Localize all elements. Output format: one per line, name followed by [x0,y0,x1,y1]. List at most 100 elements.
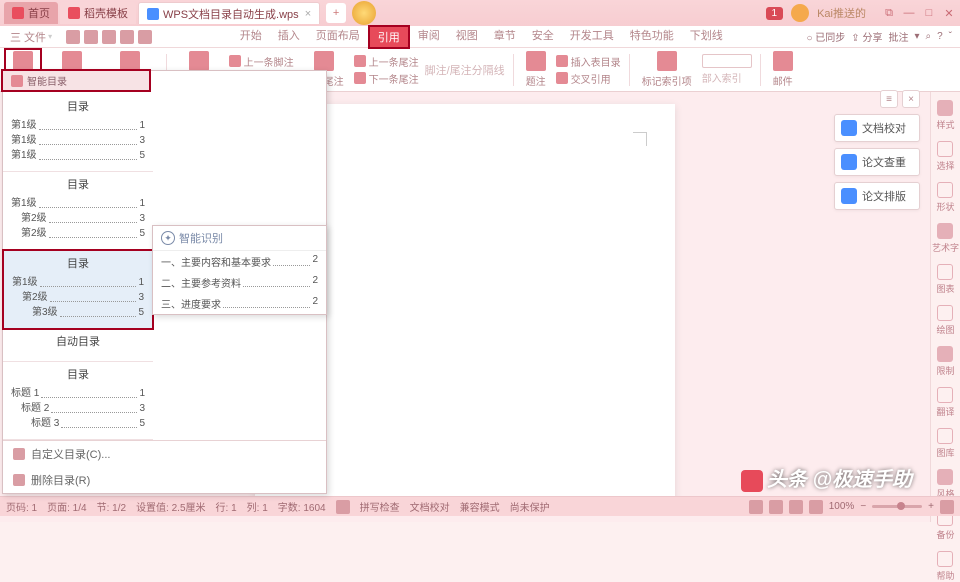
avatar-icon[interactable] [791,4,809,22]
layout-button[interactable]: 论文排版 [834,182,920,210]
status-chars[interactable]: 字数: 1604 [278,499,326,514]
share-button[interactable]: ⇪ 分享 [851,29,882,44]
home-icon [12,7,24,19]
notification-badge[interactable]: 1 [766,7,784,20]
menu-tab-5[interactable]: 视图 [448,25,486,49]
status-spell[interactable]: 拼写检查 [360,499,400,514]
prev-footnote-button[interactable]: 上一条脚注 [229,54,294,69]
view-read-icon[interactable] [789,500,803,514]
view-web-icon[interactable] [809,500,823,514]
rail-icon-6 [937,346,953,362]
tab-add-button[interactable]: + [326,3,346,23]
custom-toc-button[interactable]: 自定义目录(C)... [3,441,326,467]
rail-8[interactable]: 图库 [936,428,954,459]
tab-template[interactable]: 稻壳模板 [60,2,136,24]
caption-button[interactable]: 题注 [522,49,550,90]
delete-toc-button[interactable]: 删除目录(R) [3,467,326,493]
menu-tab-7[interactable]: 安全 [524,25,562,49]
next-endnote-button[interactable]: 下一条尾注 [354,71,419,86]
rail-7[interactable]: 翻译 [936,387,954,418]
sync-status[interactable]: ○ 已同步 [806,29,845,44]
qa-print-icon[interactable] [84,30,98,44]
rail-icon-7 [937,387,953,403]
toc-style-4[interactable]: 目录标题 11标题 23标题 35 [3,362,153,440]
toc-style-2[interactable]: 目录第1级1第2级3第3级5 [2,249,154,330]
rail-5[interactable]: 绘图 [936,305,954,336]
smart-item-1[interactable]: 二、主要参考资料2 [153,272,326,293]
rail-6[interactable]: 限制 [936,346,954,377]
collapse-ribbon-icon[interactable]: ˇ [949,31,952,42]
status-protect[interactable]: 尚未保护 [510,499,550,514]
menu-tab-8[interactable]: 开发工具 [562,25,622,49]
menu-tab-10[interactable]: 下划线 [682,25,731,49]
qa-undo-icon[interactable] [120,30,134,44]
panel-menu-icon[interactable]: ≡ [880,90,898,108]
rail-4[interactable]: 图表 [936,264,954,295]
window-max-icon[interactable]: □ [922,7,936,20]
toc-style-0[interactable]: 目录第1级1第1级3第1级5 [3,94,153,172]
status-position: 设置值: 2.5厘米 [136,499,205,514]
template-icon [68,7,80,19]
qa-save-icon[interactable] [66,30,80,44]
toc-icon [13,51,33,71]
qa-preview-icon[interactable] [102,30,116,44]
menu-tab-3[interactable]: 引用 [368,25,410,49]
rail-label: 形状 [936,200,954,213]
status-page[interactable]: 页码: 1 [6,499,37,514]
zoom-out-button[interactable]: − [860,501,866,512]
rail-label: 样式 [936,118,954,131]
file-menu[interactable]: 三 文件▾ [0,29,62,45]
index-input[interactable] [702,54,752,68]
qa-redo-icon[interactable] [138,30,152,44]
zoom-label[interactable]: 100% [829,501,855,512]
note-button[interactable]: 批注 [888,29,908,44]
xref-button[interactable]: 交叉引用 [556,71,621,86]
insert-table-toc-button[interactable]: 插入表目录 [556,54,621,69]
dup-check-button[interactable]: 论文查重 [834,148,920,176]
rail-2[interactable]: 形状 [936,182,954,213]
menu-tab-0[interactable]: 开始 [232,25,270,49]
rail-0[interactable]: 样式 [936,100,954,131]
crown-logo-icon [352,1,376,25]
toc-line: 第1级5 [11,148,145,163]
panel-close-icon[interactable]: × [902,90,920,108]
smart-toc-icon [11,75,23,87]
rail-11[interactable]: 帮助 [936,551,954,582]
cursor-icon[interactable] [336,500,350,514]
mail-button[interactable]: 邮件 [769,49,797,90]
fullscreen-icon[interactable] [940,500,954,514]
tab-document[interactable]: WPS文档目录自动生成.wps× [138,2,320,24]
zoom-slider[interactable] [872,505,922,508]
help-icon[interactable]: ? [937,31,943,42]
search-icon[interactable]: ⌕ [925,31,931,42]
zoom-in-button[interactable]: + [928,501,934,512]
doc-icon [147,8,159,20]
smart-toc-header[interactable]: 智能目录 [1,69,151,92]
prev-endnote-button[interactable]: 上一条尾注 [354,54,419,69]
status-proof[interactable]: 文档校对 [410,499,450,514]
rail-3[interactable]: 艺术字 [932,223,959,254]
toc-style-1[interactable]: 目录第1级1第2级3第2级5 [3,172,153,250]
tab-close-icon[interactable]: × [305,8,311,20]
smart-item-0[interactable]: 一、主要内容和基本要求2 [153,251,326,272]
window-close-icon[interactable]: ✕ [942,7,956,20]
tab-home[interactable]: 首页 [4,2,58,24]
menu-tab-2[interactable]: 页面布局 [308,25,368,49]
status-pageof[interactable]: 页面: 1/4 [47,499,86,514]
view-outline-icon[interactable] [769,500,783,514]
proofread-button[interactable]: 文档校对 [834,114,920,142]
status-compat[interactable]: 兼容模式 [460,499,500,514]
smart-item-2[interactable]: 三、进度要求2 [153,293,326,314]
status-section[interactable]: 节: 1/2 [97,499,126,514]
menu-tab-9[interactable]: 特色功能 [622,25,682,49]
menu-tab-1[interactable]: 插入 [270,25,308,49]
menu-tab-6[interactable]: 章节 [486,25,524,49]
toc-style-3[interactable]: 自动目录 [3,329,153,362]
window-restore-icon[interactable]: ⧉ [882,7,896,20]
rail-icon-1 [937,141,953,157]
view-print-icon[interactable] [749,500,763,514]
mark-index-button[interactable]: 标记索引项 [638,49,696,90]
window-min-icon[interactable]: — [902,7,916,20]
rail-1[interactable]: 选择 [936,141,954,172]
menu-tab-4[interactable]: 审阅 [410,25,448,49]
